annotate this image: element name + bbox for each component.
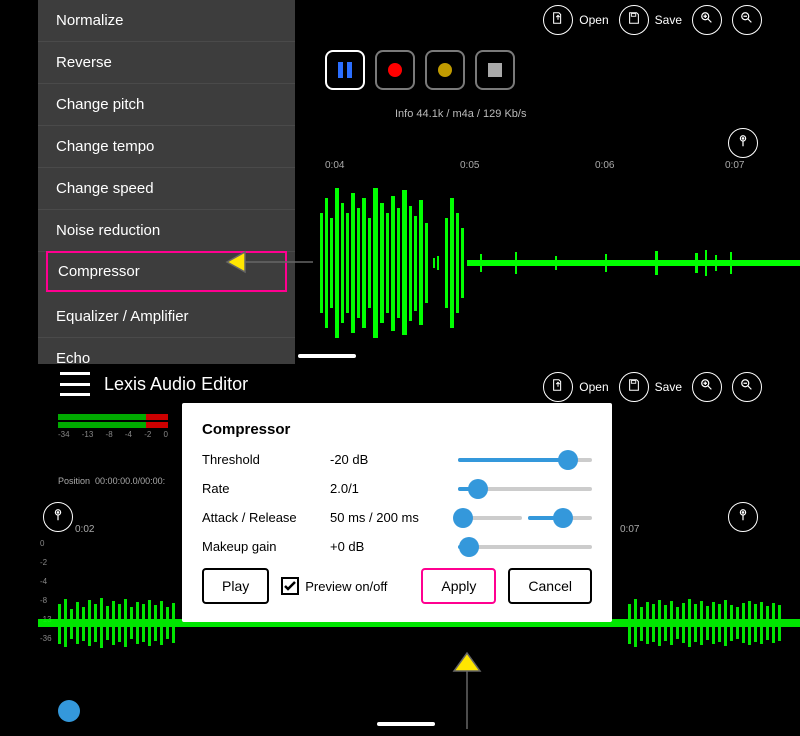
attack-slider[interactable] [458, 516, 522, 520]
zoom-in-button[interactable] [692, 372, 722, 402]
rate-row: Rate 2.0/1 [202, 481, 592, 496]
ruler-tick: 0:07 [620, 524, 639, 542]
ruler-tick: 0:07 [725, 160, 744, 171]
circle-icon [438, 63, 452, 77]
save-icon [627, 378, 641, 397]
callout-arrow-bottom [442, 651, 492, 731]
position-readout: Position 00:00:00.0/00:00: [58, 476, 165, 486]
marker-icon [736, 134, 750, 153]
dialog-title: Compressor [202, 421, 592, 438]
zoom-in-icon [700, 378, 714, 397]
zoom-out-button[interactable] [732, 5, 762, 35]
file-open-icon [551, 378, 565, 397]
rate-label: Rate [202, 481, 330, 496]
timeline-ruler-left: 0:02 [75, 524, 180, 542]
ruler-tick: 0:04 [325, 160, 344, 171]
zoom-out-icon [740, 11, 754, 30]
screenshot-bottom: Lexis Audio Editor Open Save -34 -13 -8 … [0, 364, 800, 731]
pause-icon [338, 62, 352, 78]
threshold-value: -20 dB [330, 452, 458, 467]
ruler-tick: 0:06 [595, 160, 614, 171]
mark-button[interactable] [425, 50, 465, 90]
makeup-label: Makeup gain [202, 539, 330, 554]
threshold-row: Threshold -20 dB [202, 452, 592, 467]
zoom-in-icon [700, 11, 714, 30]
record-icon [388, 63, 402, 77]
menu-button[interactable] [60, 372, 90, 396]
vu-label: 0 [164, 430, 168, 439]
bottom-toolbar: Open Save [543, 372, 762, 402]
file-open-icon [551, 11, 565, 30]
preview-checkbox[interactable]: Preview on/off [281, 577, 409, 595]
stop-icon [488, 63, 502, 77]
top-toolbar: Open Save [543, 5, 762, 35]
threshold-label: Threshold [202, 452, 330, 467]
zoom-out-icon [740, 378, 754, 397]
dialog-actions: Play Preview on/off Apply Cancel [202, 568, 592, 604]
release-slider[interactable] [528, 516, 592, 520]
home-indicator-top [298, 354, 356, 358]
save-button[interactable]: Save [619, 372, 682, 402]
timeline-ruler-right: 0:07 [620, 524, 800, 542]
open-button[interactable]: Open [543, 5, 608, 35]
save-label: Save [655, 380, 682, 394]
checkbox-icon [281, 577, 299, 595]
transport-controls [325, 50, 515, 90]
save-label: Save [655, 13, 682, 27]
save-button[interactable]: Save [619, 5, 682, 35]
play-button[interactable]: Play [202, 568, 269, 604]
menu-item-change-pitch[interactable]: Change pitch [38, 84, 295, 126]
timeline-ruler-top: 0:04 0:05 0:06 0:07 [295, 160, 800, 178]
vu-meter: -34 -13 -8 -4 -2 0 [58, 414, 168, 439]
screenshot-top: Normalize Reverse Change pitch Change te… [0, 0, 800, 360]
compressor-dialog: Compressor Threshold -20 dB Rate 2.0/1 A… [182, 403, 612, 622]
apply-button[interactable]: Apply [421, 568, 496, 604]
cancel-button[interactable]: Cancel [508, 568, 592, 604]
menu-item-change-tempo[interactable]: Change tempo [38, 126, 295, 168]
pause-button[interactable] [325, 50, 365, 90]
open-label: Open [579, 13, 608, 27]
open-button[interactable]: Open [543, 372, 608, 402]
attack-release-row: Attack / Release 50 ms / 200 ms [202, 510, 592, 525]
menu-item-reverse[interactable]: Reverse [38, 42, 295, 84]
app-title: Lexis Audio Editor [104, 374, 248, 395]
marker-icon [51, 508, 65, 527]
zoom-in-button[interactable] [692, 5, 722, 35]
vu-label: -8 [106, 430, 113, 439]
marker-button-left[interactable] [43, 502, 73, 532]
info-text: Info 44.1k / m4a / 129 Kb/s [395, 108, 526, 120]
makeup-slider[interactable] [458, 545, 592, 549]
ruler-tick: 0:02 [75, 524, 94, 535]
menu-item-equalizer[interactable]: Equalizer / Amplifier [38, 296, 295, 338]
vu-label: -34 [58, 430, 70, 439]
callout-arrow-top [225, 247, 317, 277]
marker-button-top[interactable] [728, 128, 758, 158]
attack-release-value: 50 ms / 200 ms [330, 510, 458, 525]
scrubber-handle[interactable] [58, 700, 80, 722]
menu-item-noise-reduction[interactable]: Noise reduction [38, 210, 295, 252]
vu-label: -4 [125, 430, 132, 439]
ruler-tick: 0:05 [460, 160, 479, 171]
effects-menu: Normalize Reverse Change pitch Change te… [38, 0, 295, 380]
preview-label: Preview on/off [305, 579, 387, 594]
makeup-row: Makeup gain +0 dB [202, 539, 592, 554]
makeup-value: +0 dB [330, 539, 458, 554]
vu-label: -13 [82, 430, 94, 439]
zoom-out-button[interactable] [732, 372, 762, 402]
waveform-top[interactable] [295, 178, 800, 348]
vu-label: -2 [144, 430, 151, 439]
open-label: Open [579, 380, 608, 394]
attack-release-label: Attack / Release [202, 510, 330, 525]
home-indicator-bottom [377, 722, 435, 726]
stop-button[interactable] [475, 50, 515, 90]
rate-slider[interactable] [458, 487, 592, 491]
menu-item-change-speed[interactable]: Change speed [38, 168, 295, 210]
rate-value: 2.0/1 [330, 481, 458, 496]
save-icon [627, 11, 641, 30]
record-button[interactable] [375, 50, 415, 90]
menu-item-normalize[interactable]: Normalize [38, 0, 295, 42]
threshold-slider[interactable] [458, 458, 592, 462]
